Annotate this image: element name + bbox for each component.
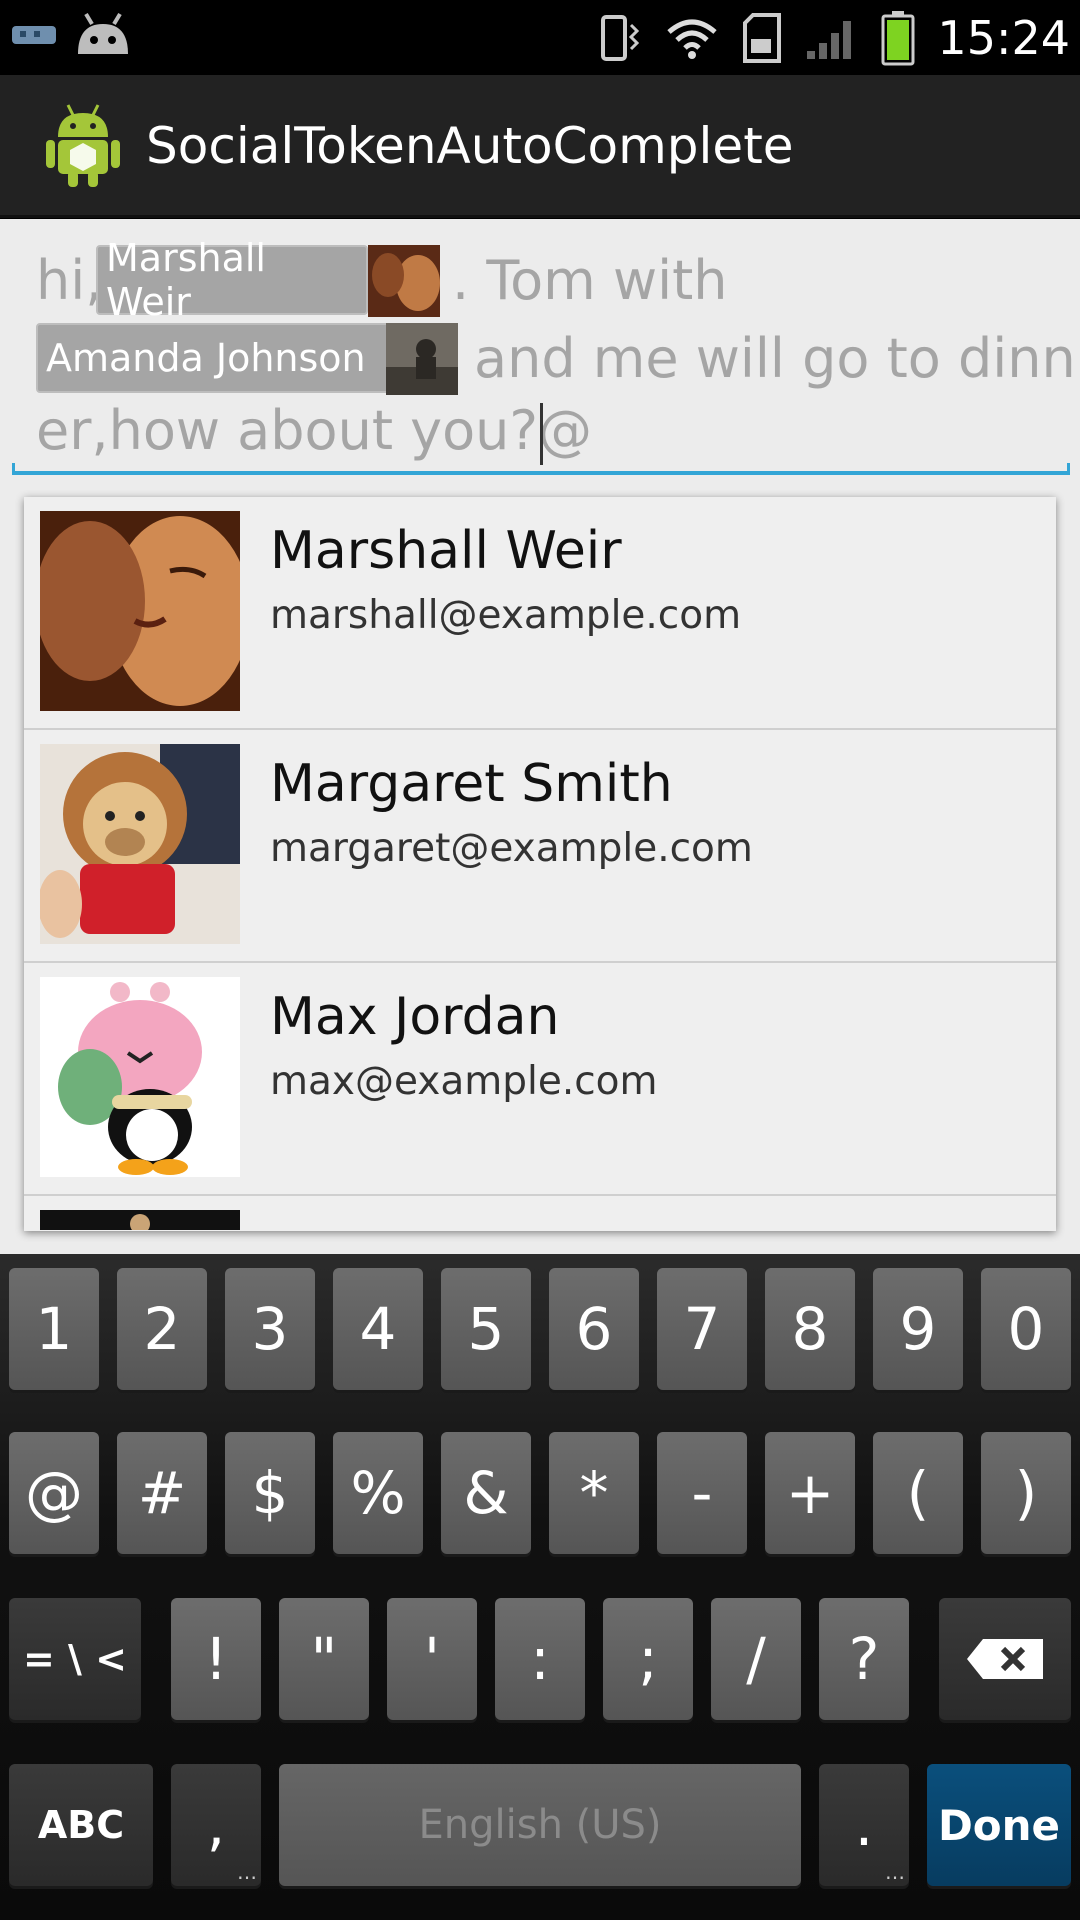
key-abc[interactable]: ABC [9,1764,153,1886]
status-time: 15:24 [937,10,1070,65]
avatar-partial [40,1210,240,1230]
token-chip-amanda[interactable]: Amanda Johnson [36,323,400,393]
key-close-paren[interactable]: ) [981,1432,1071,1554]
key-comma-label: , [206,1791,226,1859]
input-underline [12,463,1070,475]
key-done[interactable]: Done [927,1764,1071,1886]
suggestion-name: Max Jordan [270,987,560,1047]
key-2[interactable]: 2 [117,1268,207,1390]
vibrate-icon [601,14,640,61]
key-semicolon[interactable]: ; [603,1598,693,1720]
content-area: hi, Marshall Weir . Tom with Amanda John… [0,219,1080,1254]
key-exclamation[interactable]: ! [171,1598,261,1720]
backspace-icon [967,1639,1043,1679]
avatar-margaret [40,744,240,944]
key-8[interactable]: 8 [765,1268,855,1390]
suggestion-name: Marshall Weir [270,521,622,581]
key-asterisk[interactable]: * [549,1432,639,1554]
suggestion-dropdown: Marshall Weir marshall@example.com Marga… [24,497,1056,1231]
signal-icon [807,20,852,59]
suggestion-email: margaret@example.com [270,826,753,871]
suggestion-item-margaret[interactable]: Margaret Smith margaret@example.com [24,730,1056,963]
key-6[interactable]: 6 [549,1268,639,1390]
key-slash[interactable]: / [711,1598,801,1720]
key-5[interactable]: 5 [441,1268,531,1390]
token-avatar-amanda [386,323,458,395]
key-9[interactable]: 9 [873,1268,963,1390]
android-notification-icon [78,12,128,54]
editor-text-2: . Tom with [452,249,728,312]
key-period[interactable]: . … [819,1764,909,1886]
key-1[interactable]: 1 [9,1268,99,1390]
editor-text-1: hi, [36,249,103,312]
key-percent[interactable]: % [333,1432,423,1554]
suggestion-name: Margaret Smith [270,754,673,814]
key-space[interactable]: English (US) [279,1764,801,1886]
message-input[interactable]: hi, Marshall Weir . Tom with Amanda John… [12,219,1076,479]
key-delete[interactable] [939,1598,1071,1720]
key-at[interactable]: @ [9,1432,99,1554]
wifi-icon [667,19,718,59]
action-bar: SocialTokenAutoComplete [0,75,1080,218]
key-colon[interactable]: : [495,1598,585,1720]
app-title: SocialTokenAutoComplete [146,117,794,175]
token-avatar-marshall [368,245,440,317]
suggestion-item-marshall[interactable]: Marshall Weir marshall@example.com [24,497,1056,730]
battery-icon [881,10,915,65]
status-bar: 15:24 [0,0,1080,75]
avatar-max [40,977,240,1177]
soft-keyboard: 1 2 3 4 5 6 7 8 9 0 @ # $ % & * - + ( ) … [0,1254,1080,1920]
token-chip-marshall[interactable]: Marshall Weir [96,236,368,324]
key-0[interactable]: 0 [981,1268,1071,1390]
key-double-quote[interactable]: " [279,1598,369,1720]
suggestion-email: marshall@example.com [270,593,742,638]
android-robot-icon [46,104,120,187]
avatar-marshall [40,511,240,711]
key-question[interactable]: ? [819,1598,909,1720]
key-minus[interactable]: - [657,1432,747,1554]
sd-card-icon [743,12,782,63]
key-open-paren[interactable]: ( [873,1432,963,1554]
suggestion-email: max@example.com [270,1059,658,1104]
key-comma-more-indicator: … [237,1860,257,1884]
key-more-symbols[interactable]: = \ < [9,1598,141,1720]
text-cursor [540,403,543,465]
suggestion-item-max[interactable]: Max Jordan max@example.com [24,963,1056,1196]
suggestion-item-partial[interactable] [24,1196,1056,1231]
key-ampersand[interactable]: & [441,1432,531,1554]
key-7[interactable]: 7 [657,1268,747,1390]
key-hash[interactable]: # [117,1432,207,1554]
editor-text-4: er,how about you?@ [36,399,593,462]
key-4[interactable]: 4 [333,1268,423,1390]
editor-text-3: and me will go to dinn [474,327,1076,390]
key-plus[interactable]: + [765,1432,855,1554]
key-period-label: . [854,1791,874,1859]
key-comma[interactable]: , … [171,1764,261,1886]
key-3[interactable]: 3 [225,1268,315,1390]
usb-icon [12,26,56,44]
key-period-more-indicator: … [885,1860,905,1884]
key-dollar[interactable]: $ [225,1432,315,1554]
key-single-quote[interactable]: ' [387,1598,477,1720]
